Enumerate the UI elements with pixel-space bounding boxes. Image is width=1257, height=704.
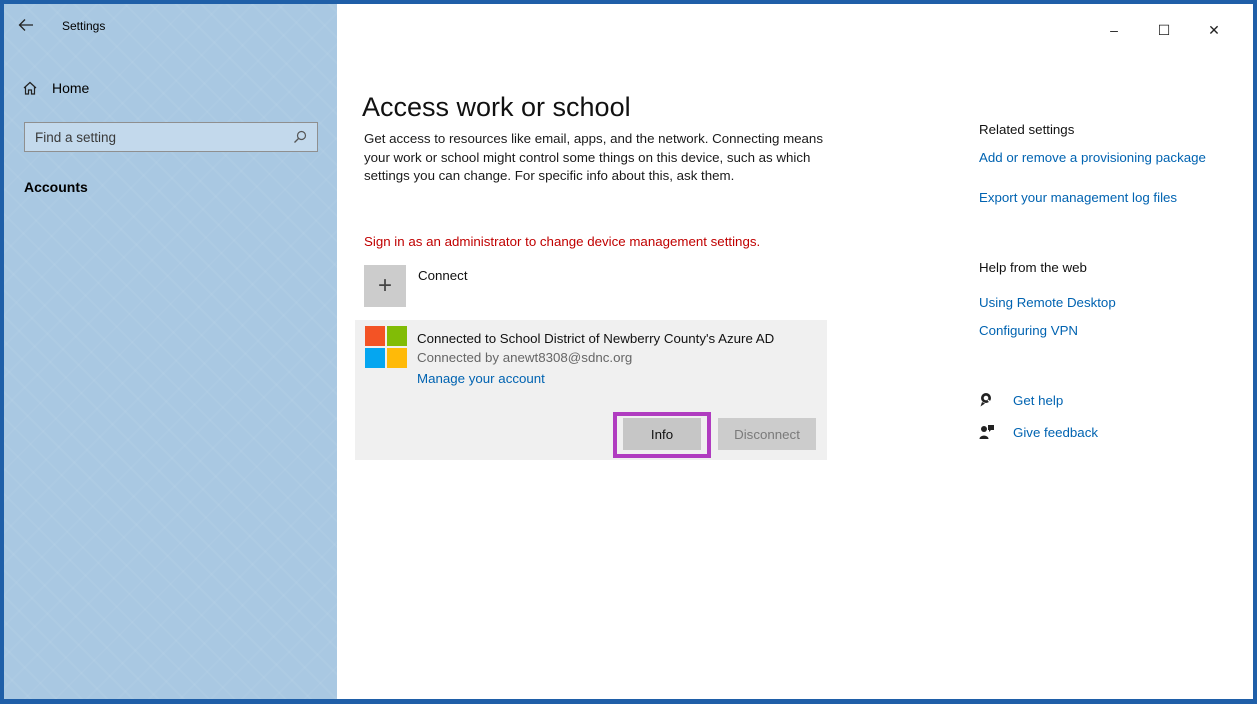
related-settings-heading: Related settings — [979, 122, 1075, 137]
disconnect-button[interactable]: Disconnect — [718, 418, 816, 450]
connect-label[interactable]: Connect — [418, 268, 468, 283]
maximize-button[interactable]: ☐ — [1139, 14, 1189, 46]
sidebar-item-home[interactable]: Home — [22, 80, 89, 96]
back-arrow-icon[interactable] — [18, 18, 36, 34]
manage-account-link[interactable]: Manage your account — [417, 371, 545, 386]
title-bar: Settings — [18, 18, 105, 34]
feedback-icon — [979, 425, 994, 439]
search-input[interactable] — [35, 129, 275, 145]
search-icon[interactable] — [293, 130, 307, 144]
account-subtitle: Connected by anewt8308@sdnc.org — [417, 350, 633, 365]
minimize-button[interactable]: – — [1089, 14, 1139, 46]
help-web-heading: Help from the web — [979, 260, 1087, 275]
account-title: Connected to School District of Newberry… — [417, 331, 775, 346]
page-description: Get access to resources like email, apps… — [364, 131, 823, 183]
close-button[interactable]: ✕ — [1189, 14, 1239, 46]
provisioning-package-link[interactable]: Add or remove a provisioning package — [979, 150, 1206, 165]
home-icon — [23, 81, 37, 95]
page-title: Access work or school — [362, 92, 631, 123]
configuring-vpn-link[interactable]: Configuring VPN — [979, 323, 1078, 338]
sidebar-item-home-label: Home — [52, 80, 90, 96]
microsoft-logo-icon — [365, 326, 407, 368]
window-title: Settings — [62, 19, 106, 33]
info-button[interactable]: Info — [623, 418, 701, 450]
account-card[interactable]: Connected to School District of Newberry… — [355, 320, 827, 460]
give-feedback-label[interactable]: Give feedback — [1013, 425, 1098, 440]
get-help-label[interactable]: Get help — [1013, 393, 1063, 408]
remote-desktop-link[interactable]: Using Remote Desktop — [979, 295, 1116, 310]
window-controls: – ☐ ✕ — [1089, 14, 1239, 46]
search-box[interactable] — [24, 122, 318, 152]
sidebar: Settings Home Accounts — [4, 4, 337, 699]
chat-help-icon — [980, 393, 992, 407]
settings-window: Settings Home Accounts – ☐ ✕ Access work… — [0, 0, 1257, 704]
plus-icon[interactable]: + — [364, 265, 406, 307]
get-help-item[interactable]: Get help — [979, 392, 1063, 408]
management-log-link[interactable]: Export your management log files — [979, 190, 1177, 205]
connect-item[interactable]: + Connect — [364, 265, 468, 307]
give-feedback-item[interactable]: Give feedback — [979, 424, 1098, 440]
sidebar-section-accounts: Accounts — [24, 179, 88, 195]
admin-warning: Sign in as an administrator to change de… — [364, 234, 761, 249]
